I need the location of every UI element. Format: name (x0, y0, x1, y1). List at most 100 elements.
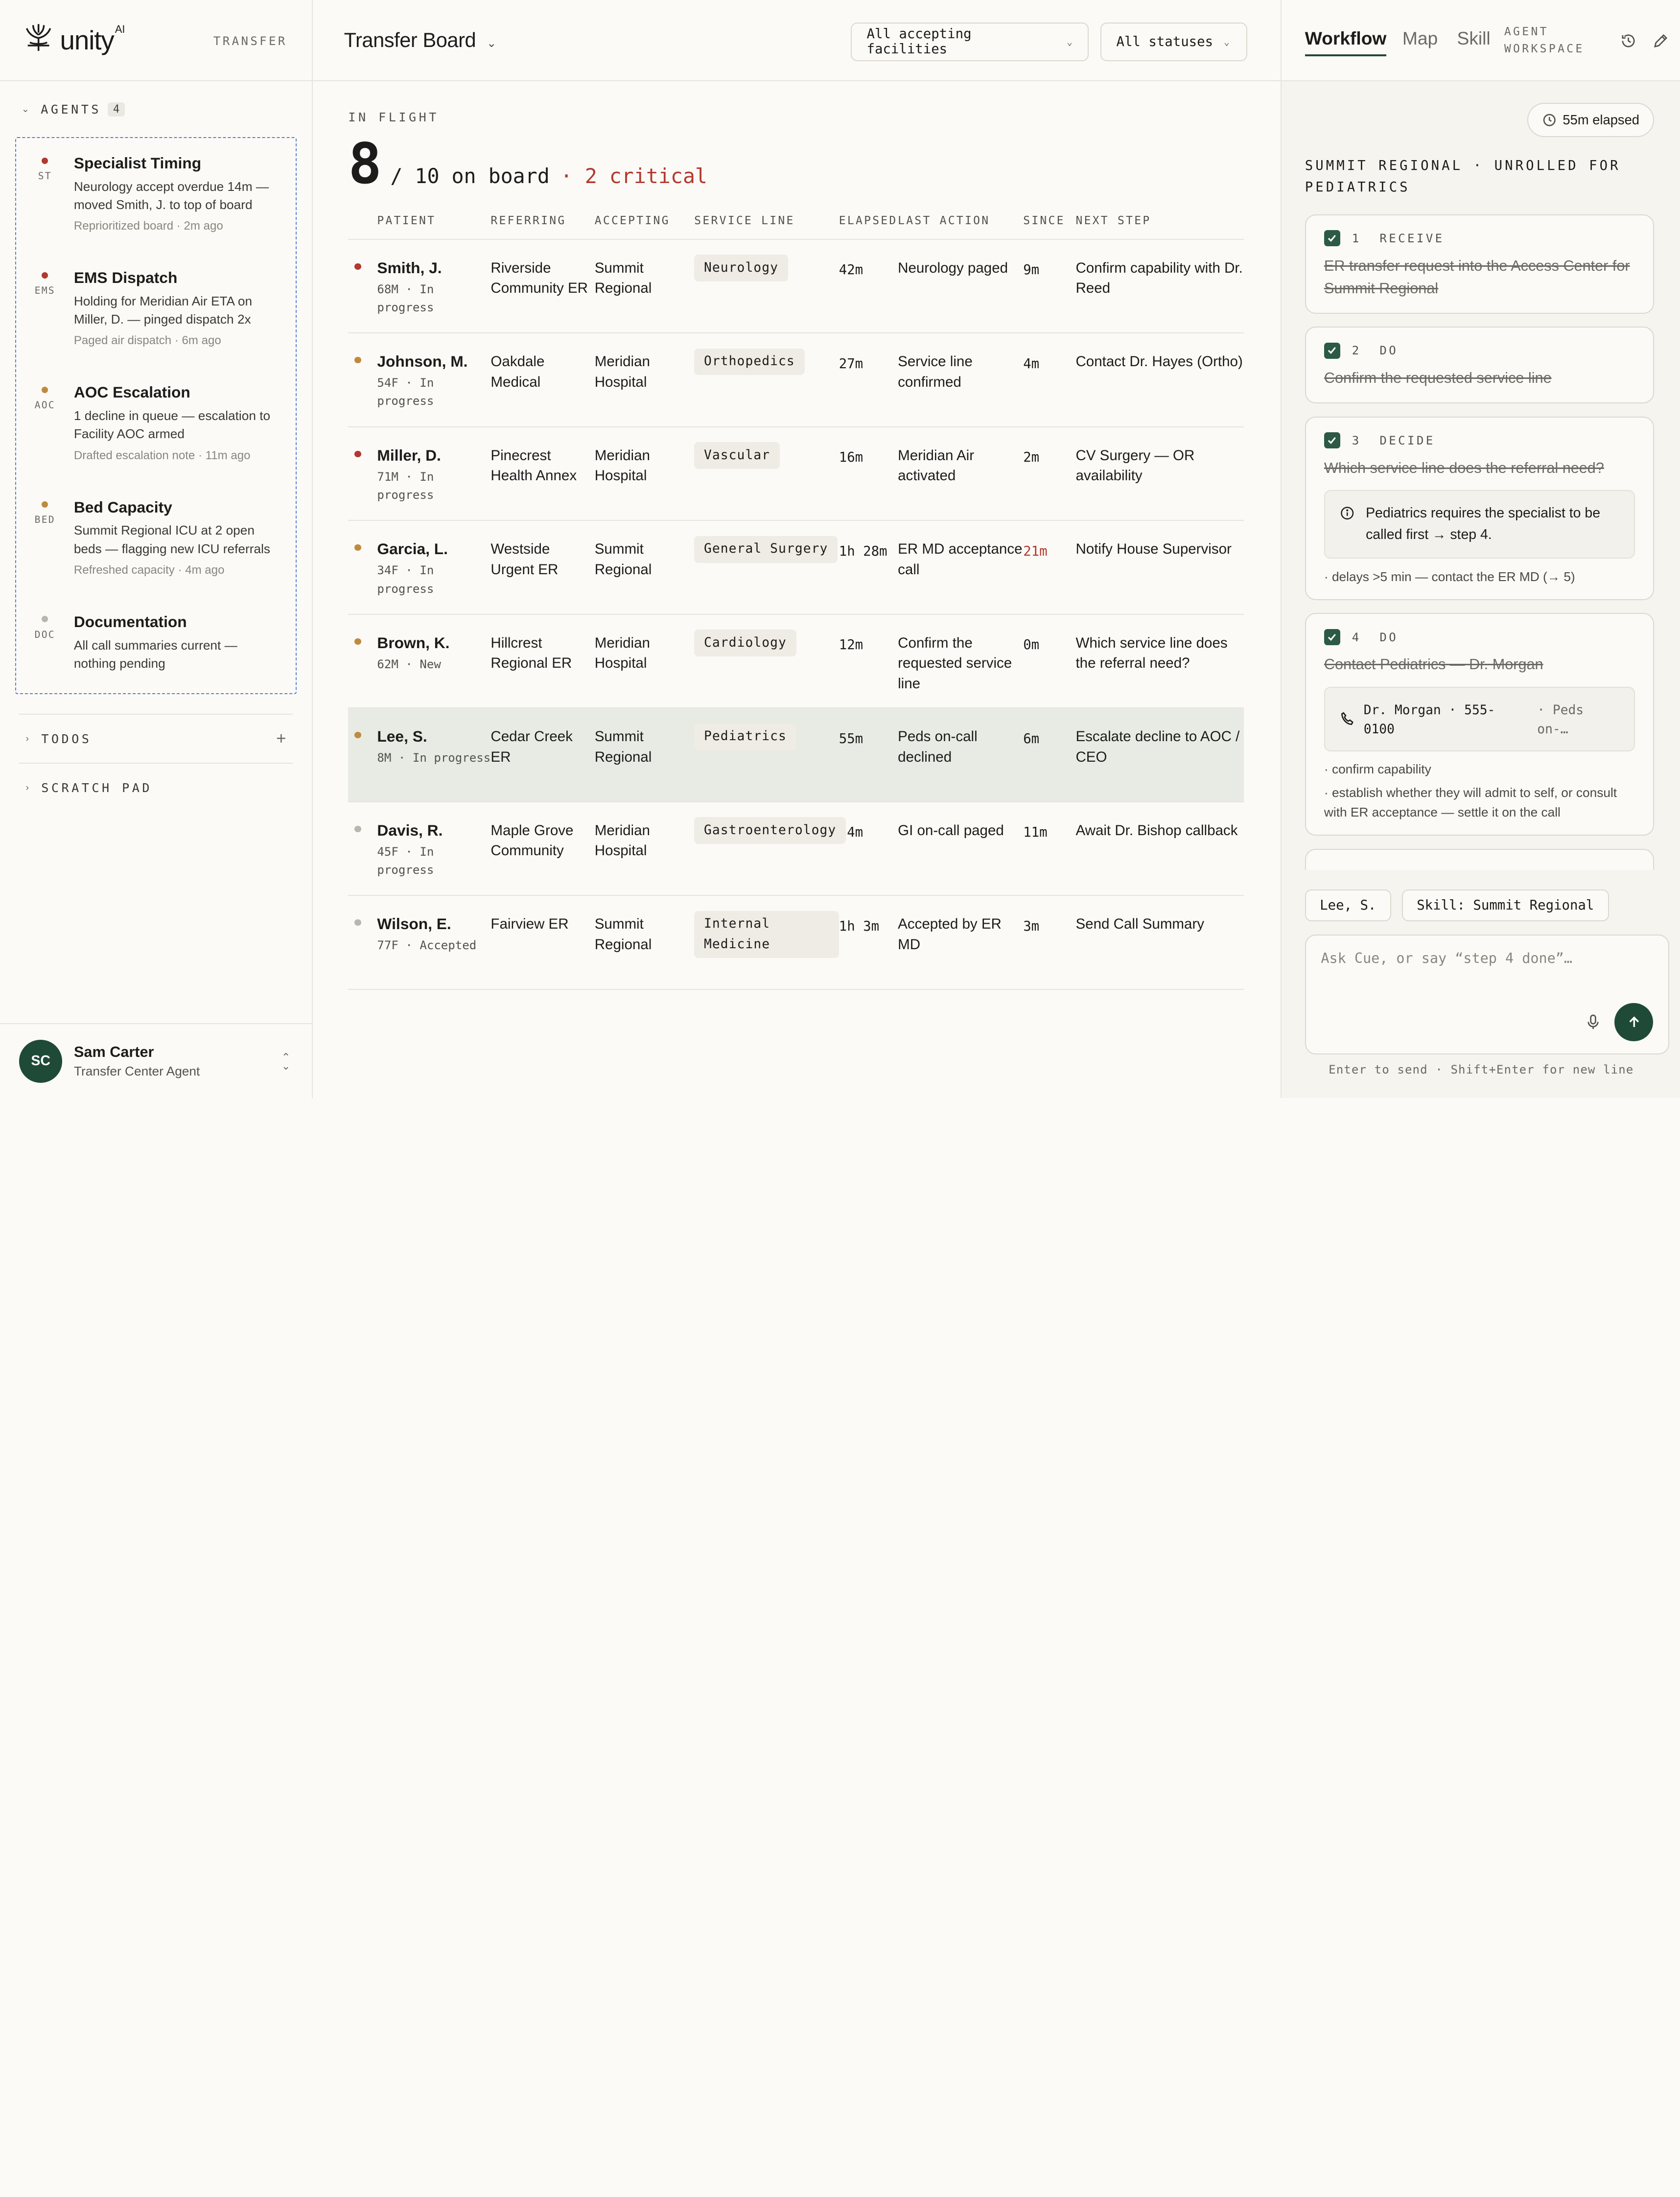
step-kind: RECEIVE (1379, 231, 1445, 245)
patient-name[interactable]: Lee, S. (377, 726, 490, 747)
patient-chip[interactable]: Lee, S. (1305, 889, 1391, 922)
service-line-tag: General Surgery (694, 536, 838, 563)
referring-cell: Riverside Community ER (490, 239, 595, 334)
referring-cell: Cedar Creek ER (490, 708, 595, 802)
table-row[interactable]: Miller, D. 71M · In progress Pinecrest Hea… (348, 426, 1244, 521)
workflow-step-2[interactable]: 2 DO Confirm the requested service line (1305, 327, 1655, 404)
agent-title: Bed Capacity (73, 498, 172, 516)
chat-input[interactable] (1306, 935, 1668, 1010)
patient-name[interactable]: Johnson, M. (377, 351, 490, 372)
checkbox-checked-icon[interactable] (1324, 230, 1340, 247)
chevron-down-icon: ⌄ (21, 104, 32, 115)
table-row[interactable]: Davis, R. 45F · In progress Maple Grove Co… (348, 801, 1244, 896)
add-todo-icon[interactable]: + (276, 729, 286, 748)
agents-heading: AGENTS (41, 102, 101, 117)
user-menu[interactable]: SC Sam Carter Transfer Center Agent ⌃ ⌄ (0, 1023, 312, 1098)
tab-skill[interactable]: Skill (1457, 28, 1491, 49)
chevron-down-icon: ⌄ (1067, 36, 1073, 47)
agent-item[interactable]: BED Bed Capacity Summit Regional ICU at 2 … (16, 491, 296, 605)
next-step-cell: Which service line does the referral nee… (1075, 614, 1244, 709)
send-button[interactable] (1614, 1003, 1654, 1042)
patient-details: 71M · In progress (377, 469, 434, 502)
agent-description: All call summaries current — nothing pen… (73, 637, 237, 671)
board-title: Transfer Board (344, 28, 476, 52)
since-cell: 9m (1023, 262, 1040, 278)
since-cell: 3m (1023, 918, 1040, 934)
step-title: Contact Pediatrics — Dr. Morgan (1324, 656, 1543, 673)
contact-note: · Peds on-… (1537, 702, 1584, 737)
table-row[interactable]: Smith, J. 68M · In progress Riverside Comm… (348, 239, 1244, 334)
history-icon[interactable] (1620, 32, 1639, 51)
step-number: 2 (1352, 344, 1361, 358)
last-action-cell: Service line confirmed (898, 333, 1024, 427)
last-action-cell: Accepted by ER MD (898, 895, 1024, 990)
status-dot (42, 501, 48, 508)
table-row[interactable]: Garcia, L. 34F · In progress Westside Urge… (348, 520, 1244, 615)
patient-name[interactable]: Garcia, L. (377, 539, 490, 560)
referring-cell: Hillcrest Regional ER (490, 614, 595, 709)
section-label: TRANSFER (213, 34, 287, 48)
contact-name: Dr. Morgan · 555-0100 (1363, 702, 1495, 737)
patient-name[interactable]: Wilson, E. (377, 914, 490, 935)
scratch-pad-toggle[interactable]: › SCRATCH PAD (19, 763, 293, 812)
accepting-cell: Summit Regional (594, 239, 695, 334)
table-row[interactable]: Lee, S. 8M · In progress Cedar Creek ER Sum… (348, 708, 1244, 802)
skill-chip[interactable]: Skill: Summit Regional (1401, 889, 1609, 922)
facilities-filter-value: All accepting facilities (866, 26, 972, 57)
workflow-step-4[interactable]: 4 DO Contact Pediatrics — Dr. Morgan Dr.… (1305, 613, 1655, 836)
tab-map[interactable]: Map (1402, 28, 1438, 49)
board-title-dropdown[interactable]: Transfer Board ⌄ (344, 28, 497, 52)
agents-toggle[interactable]: ⌄ AGENTS 4 (0, 81, 312, 137)
status-dot (42, 386, 48, 394)
agent-item[interactable]: ST Specialist Timing Neurology accept over… (16, 147, 296, 261)
facilities-filter[interactable]: All accepting facilities ⌄ (850, 22, 1089, 61)
since-cell: 2m (1023, 450, 1040, 466)
last-action-cell: Confirm the requested service line (898, 614, 1024, 709)
statuses-filter[interactable]: All statuses ⌄ (1100, 22, 1247, 61)
checkbox-checked-icon[interactable] (1324, 432, 1340, 449)
elapsed-cell: 1h 3m (839, 918, 880, 934)
workflow-step-3[interactable]: 3 DECIDE Which service line does the ref… (1305, 416, 1655, 601)
patient-name[interactable]: Miller, D. (377, 445, 490, 466)
critical-count: · 2 critical (560, 164, 708, 188)
context-chips: Lee, S. Skill: Summit Regional (1305, 889, 1620, 922)
accepting-cell: Meridian Hospital (594, 426, 695, 521)
table-row[interactable]: Brown, K. 62M · New Hillcrest Regional ER M… (348, 614, 1244, 709)
edit-icon[interactable] (1652, 32, 1671, 51)
in-flight-summary: 8 / 10 on board · 2 critical (348, 131, 1245, 196)
last-action-cell: ER MD acceptance call (898, 520, 1024, 615)
agent-item[interactable]: EMS EMS Dispatch Holding for Meridian Air … (16, 261, 296, 376)
brand-ai: AI (115, 23, 125, 36)
todos-toggle[interactable]: › TODOS + (19, 713, 293, 763)
patient-name[interactable]: Smith, J. (377, 258, 490, 279)
checkbox-checked-icon[interactable] (1324, 342, 1340, 359)
column-header: ELAPSED (839, 203, 898, 240)
user-role: Transfer Center Agent (74, 1064, 200, 1079)
microphone-icon[interactable] (1585, 1013, 1604, 1032)
agent-description: Neurology accept overdue 14m — moved Smi… (73, 179, 269, 212)
brand-header: unity AI TRANSFER (0, 0, 312, 82)
table-row[interactable]: Wilson, E. 77F · Accepted Fairview ER Summi… (348, 895, 1244, 990)
service-line-tag: Cardiology (694, 630, 796, 657)
contact-card[interactable]: Dr. Morgan · 555-0100 · Peds on-… (1324, 687, 1635, 751)
agent-item[interactable]: DOC Documentation All call summaries curre… (16, 605, 296, 720)
checkbox-checked-icon[interactable] (1324, 629, 1340, 645)
agent-item[interactable]: AOC AOC Escalation 1 decline in queue — es… (16, 376, 296, 491)
workspace-label: AGENT WORKSPACE (1504, 25, 1585, 56)
info-icon (1340, 507, 1353, 520)
next-step-cell: Await Dr. Bishop callback (1075, 801, 1244, 896)
workflow-step-5[interactable] (1305, 848, 1655, 870)
since-cell: 21m (1023, 543, 1048, 559)
tab-workflow[interactable]: Workflow (1305, 28, 1387, 56)
patient-name[interactable]: Davis, R. (377, 820, 490, 841)
table-row[interactable]: Johnson, M. 54F · In progress Oakdale Medi… (348, 333, 1244, 427)
chevron-down-icon: ⌄ (487, 37, 496, 50)
workflow-step-1[interactable]: 1 RECEIVE ER transfer request into the A… (1305, 214, 1655, 314)
elapsed-cell: 27m (839, 356, 863, 372)
step-title: Which service line does the referral nee… (1324, 459, 1604, 476)
patient-name[interactable]: Brown, K. (377, 633, 490, 654)
board-toolbar: Transfer Board ⌄ All accepting facilities… (313, 0, 1281, 82)
step-title: Confirm the requested service line (1324, 370, 1552, 387)
service-line-tag: Gastroenterology (694, 817, 846, 844)
agent-title: AOC Escalation (73, 383, 190, 401)
